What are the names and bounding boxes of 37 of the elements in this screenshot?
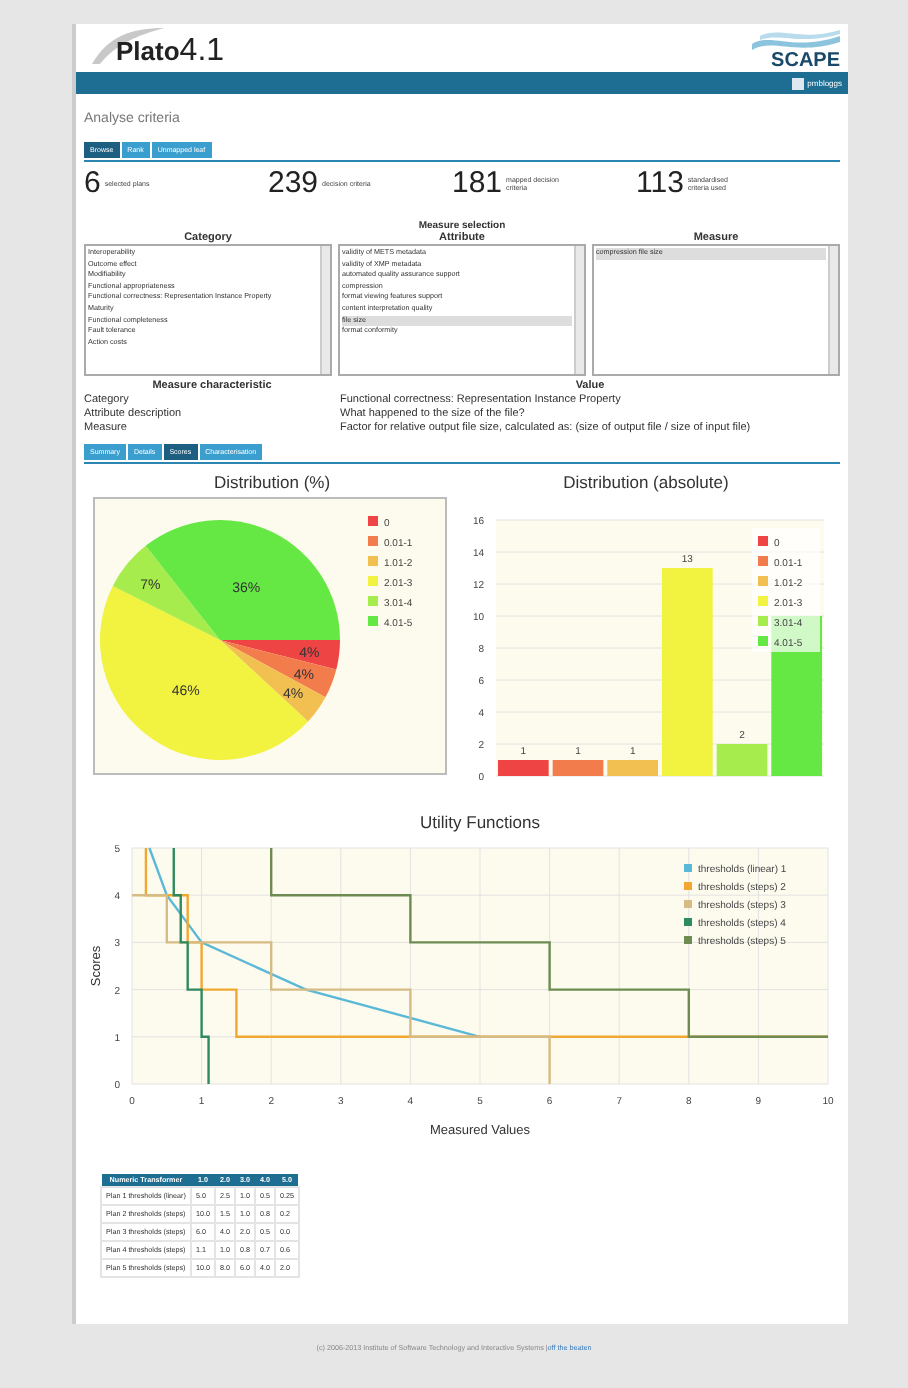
scrollbar[interactable] [574, 246, 584, 374]
logo-version: 4.1 [179, 34, 225, 70]
chart-title: Utility Functions [420, 812, 540, 832]
legend-swatch [684, 900, 692, 908]
stat-value: 181 [452, 166, 503, 200]
scrollbar[interactable] [828, 246, 838, 374]
bar [498, 760, 549, 776]
scrollbar[interactable] [320, 246, 330, 374]
legend-swatch [368, 596, 378, 606]
legend-swatch [684, 882, 692, 890]
bar [552, 760, 604, 776]
legend-swatch [758, 576, 768, 586]
bar [607, 760, 658, 776]
legend-swatch [368, 576, 378, 586]
legend-swatch [684, 936, 692, 944]
waves-icon [752, 28, 840, 52]
legend-swatch [758, 556, 768, 566]
legend-swatch [684, 864, 692, 872]
stat-value: 239 [268, 166, 319, 200]
legend-swatch [684, 918, 692, 926]
legend-swatch [368, 616, 378, 626]
legend-swatch [758, 636, 768, 646]
legend-swatch [368, 556, 378, 566]
chart-title: Distribution (%) [213, 472, 331, 496]
legend-swatch [758, 616, 768, 626]
partner-logo: SCAPE [771, 52, 840, 72]
logo-name: Plato [116, 36, 180, 66]
legend-background [752, 528, 820, 652]
legend-swatch [368, 516, 378, 526]
stat-value: 6 [84, 166, 101, 200]
user-icon [791, 77, 804, 89]
chart-title: Distribution (absolute) [563, 472, 729, 496]
legend-swatch [368, 536, 378, 546]
bar [716, 744, 768, 776]
legend-swatch [758, 596, 768, 606]
stat-value: 113 [636, 166, 684, 200]
legend-swatch [758, 536, 768, 546]
